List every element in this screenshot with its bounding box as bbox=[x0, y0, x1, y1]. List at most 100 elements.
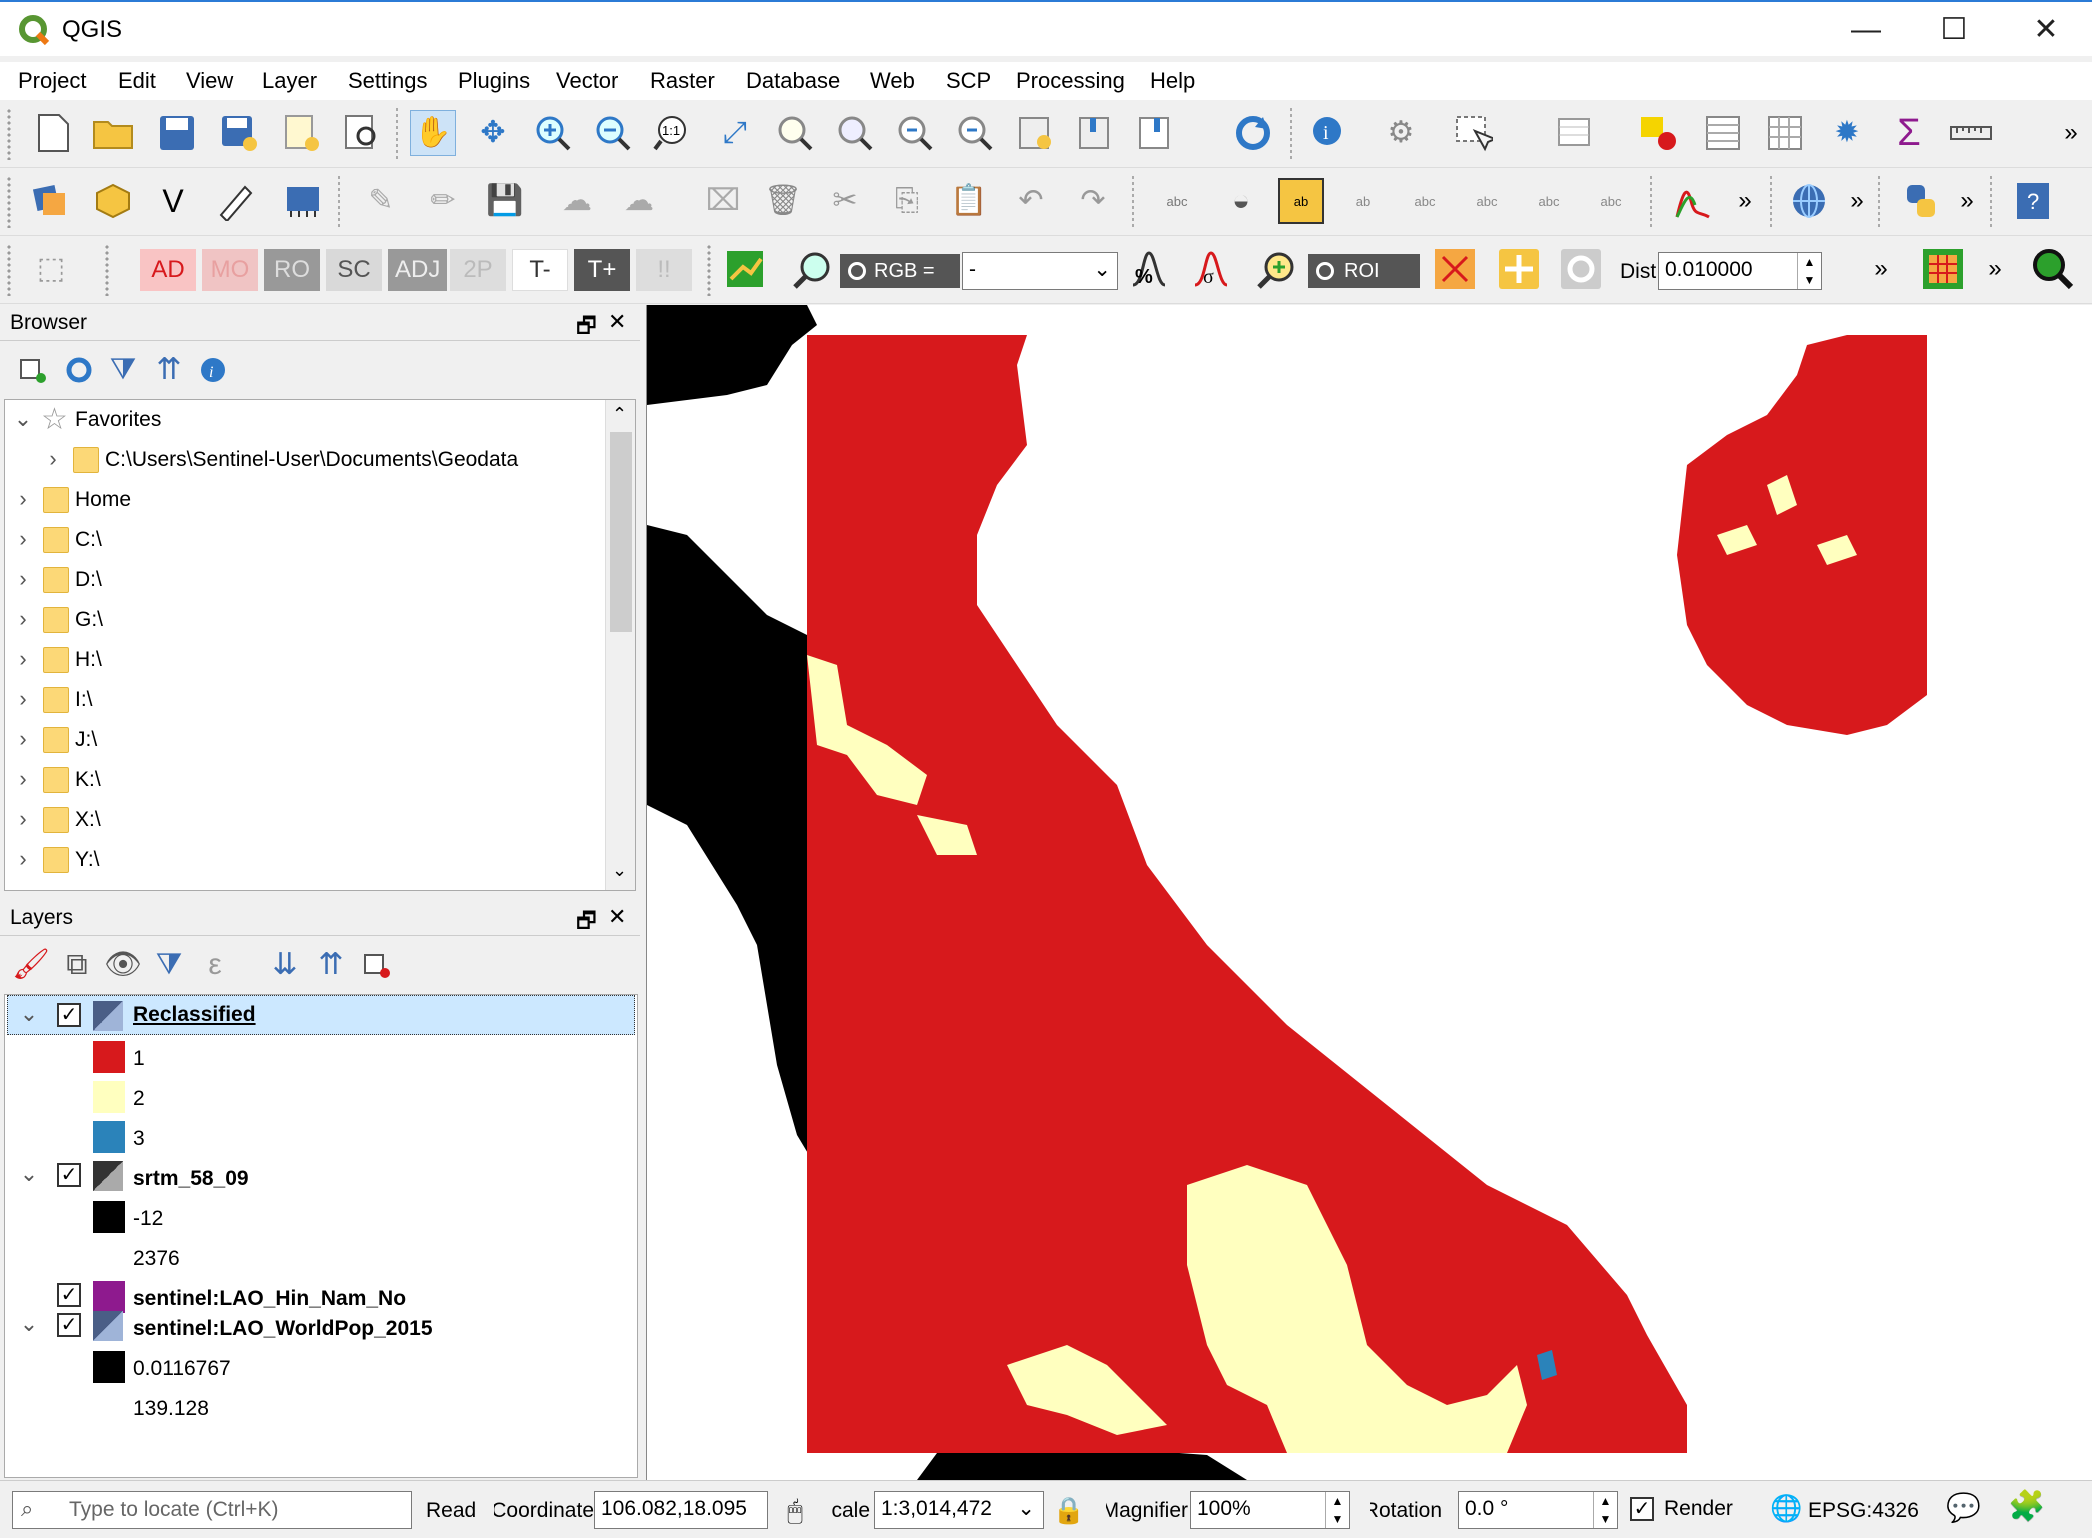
pan-hand-icon[interactable]: ✋ bbox=[410, 110, 456, 156]
chevron-right-icon[interactable]: › bbox=[13, 686, 33, 712]
paste-features-icon[interactable]: 📋 bbox=[946, 178, 992, 224]
toggle-extents-icon[interactable]: 🖱 bbox=[772, 1487, 818, 1533]
layer-visibility-checkbox[interactable]: ✓ bbox=[57, 1283, 81, 1307]
refresh-icon[interactable] bbox=[1230, 110, 1276, 156]
scp-chip-t-minus[interactable]: T- bbox=[512, 249, 568, 291]
browser-item[interactable]: › H:\ bbox=[5, 640, 605, 680]
statistics-sigma-icon[interactable]: Σ bbox=[1886, 110, 1932, 156]
save-edits-icon[interactable]: 💾 bbox=[482, 178, 528, 224]
scroll-up-icon[interactable]: ⌃ bbox=[612, 404, 627, 425]
data-source-manager-icon[interactable] bbox=[28, 178, 74, 224]
minimize-button[interactable]: — bbox=[1836, 12, 1896, 48]
close-panel-icon[interactable]: ✕ bbox=[608, 904, 626, 930]
copy-features-icon[interactable]: ⎘ bbox=[884, 178, 930, 224]
menu-raster[interactable]: Raster bbox=[650, 68, 715, 94]
toolbox-gear-icon[interactable]: ✹ bbox=[1824, 110, 1870, 156]
temporal-controller-icon[interactable] bbox=[1132, 110, 1178, 156]
zoom-native-resolution-icon[interactable]: 1:1 bbox=[650, 110, 696, 156]
layout-manager-icon[interactable] bbox=[338, 110, 384, 156]
style-manager-brush-icon[interactable]: 🖌 bbox=[8, 942, 54, 988]
chevron-right-icon[interactable]: › bbox=[13, 726, 33, 752]
browser-item[interactable]: › J:\ bbox=[5, 720, 605, 760]
add-group-icon[interactable]: ⧉ bbox=[54, 942, 100, 988]
show-hide-labels-icon[interactable]: abc bbox=[1402, 178, 1448, 224]
messages-chat-icon[interactable]: 💬 bbox=[1946, 1491, 1981, 1524]
scp-chip-adj[interactable]: ADJ bbox=[388, 249, 448, 291]
rotation-spinbox[interactable]: 0.0 ° ▲ ▼ bbox=[1458, 1491, 1618, 1529]
crs-label[interactable]: EPSG:4326 bbox=[1808, 1499, 1919, 1523]
remove-layer-icon[interactable] bbox=[354, 942, 400, 988]
chevron-right-icon[interactable]: › bbox=[13, 766, 33, 792]
chevron-down-icon[interactable]: ⌄ bbox=[19, 1001, 39, 1027]
locator-search-input[interactable]: ⌕ Type to locate (Ctrl+K) bbox=[12, 1491, 412, 1529]
toolbar-overflow-icon[interactable]: » bbox=[2048, 110, 2092, 156]
toggle-editing-icon[interactable]: ✏ bbox=[420, 178, 466, 224]
scp-rgb-toggle[interactable]: RGB = bbox=[840, 254, 960, 288]
lock-scale-icon[interactable]: 🔒 bbox=[1046, 1487, 1092, 1533]
zoom-last-icon[interactable] bbox=[892, 110, 938, 156]
menu-database[interactable]: Database bbox=[746, 68, 840, 94]
toolbar-overflow-icon[interactable]: » bbox=[1834, 178, 1880, 224]
menu-edit[interactable]: Edit bbox=[118, 68, 156, 94]
browser-item[interactable]: › C:\ bbox=[5, 520, 605, 560]
new-project-icon[interactable] bbox=[30, 110, 76, 156]
layer-name-hin-nam-no[interactable]: sentinel:LAO_Hin_Nam_No bbox=[133, 1287, 406, 1311]
spin-arrows-icon[interactable]: ▲ ▼ bbox=[1797, 253, 1821, 289]
layer-diagram-icon[interactable]: ◒ bbox=[1218, 178, 1264, 224]
scp-chip-t-plus[interactable]: T+ bbox=[574, 249, 630, 291]
refresh-icon[interactable] bbox=[56, 347, 102, 393]
menu-project[interactable]: Project bbox=[18, 68, 86, 94]
run-feature-action-icon[interactable]: ⚙ bbox=[1378, 110, 1424, 156]
maximize-button[interactable]: ☐ bbox=[1924, 12, 1984, 48]
dist-spinbox[interactable]: 0.010000 ▲ ▼ bbox=[1658, 252, 1822, 290]
browser-item[interactable]: › G:\ bbox=[5, 600, 605, 640]
browser-item[interactable]: ⌄ ☆ Favorites bbox=[5, 400, 605, 440]
manage-map-themes-eye-icon[interactable]: 👁 bbox=[100, 942, 146, 988]
web-services-globe-icon[interactable] bbox=[1786, 178, 1832, 224]
float-panel-icon[interactable]: 🗗 bbox=[576, 904, 597, 942]
scp-chip-sc[interactable]: SC bbox=[326, 249, 382, 291]
toolbar-overflow-icon[interactable]: » bbox=[1722, 178, 1768, 224]
coordinate-field[interactable]: 106.082,18.095 bbox=[594, 1491, 768, 1529]
layer-visibility-checkbox[interactable]: ✓ bbox=[57, 1313, 81, 1337]
toolbar-overflow-icon[interactable]: » bbox=[1972, 246, 2018, 292]
measure-line-icon[interactable] bbox=[1948, 110, 1994, 156]
zoom-to-layer-icon[interactable] bbox=[832, 110, 878, 156]
digitize-vertex-icon[interactable]: V bbox=[150, 178, 196, 224]
save-project-icon[interactable] bbox=[154, 110, 200, 156]
scp-chip-ad[interactable]: AD bbox=[140, 249, 196, 291]
layer-labeling-icon[interactable]: abc bbox=[1154, 178, 1200, 224]
browser-item[interactable]: › I:\ bbox=[5, 680, 605, 720]
browser-item[interactable]: › Home bbox=[5, 480, 605, 520]
select-features-icon[interactable] bbox=[1450, 110, 1496, 156]
scp-zoom-temp-roi-icon[interactable] bbox=[1254, 246, 1300, 292]
collapse-all-icon[interactable]: ⇈ bbox=[308, 942, 354, 988]
magnifier-spinbox[interactable]: 100% ▲ ▼ bbox=[1190, 1491, 1350, 1529]
undo-icon[interactable]: ↶ bbox=[1008, 178, 1054, 224]
scp-activate-roi-pointer-icon[interactable] bbox=[1496, 246, 1542, 292]
layer-name-worldpop[interactable]: sentinel:LAO_WorldPop_2015 bbox=[133, 1317, 433, 1341]
menu-scp[interactable]: SCP bbox=[946, 68, 991, 94]
attribute-table-icon[interactable] bbox=[1700, 110, 1746, 156]
save-as-icon[interactable] bbox=[216, 110, 262, 156]
scp-zoom-input-image-icon[interactable] bbox=[790, 246, 836, 292]
menu-vector[interactable]: Vector bbox=[556, 68, 618, 94]
toolbar-overflow-icon[interactable]: » bbox=[1944, 178, 1990, 224]
toolbar-handle[interactable] bbox=[6, 108, 12, 160]
identify-features-icon[interactable]: i bbox=[1306, 110, 1352, 156]
scp-roi-toggle[interactable]: ROI bbox=[1308, 254, 1420, 288]
map-canvas[interactable] bbox=[646, 305, 2092, 1480]
zoom-out-icon[interactable] bbox=[590, 110, 636, 156]
spin-arrows-icon[interactable]: ▲ ▼ bbox=[1325, 1492, 1349, 1528]
browser-item[interactable]: › X:\ bbox=[5, 800, 605, 840]
modify-attributes-icon[interactable]: ⌧ bbox=[700, 178, 746, 224]
filter-legend-icon[interactable]: ⧩ bbox=[146, 942, 192, 988]
chevron-down-icon[interactable]: ⌄ bbox=[19, 1161, 39, 1187]
chevron-right-icon[interactable]: › bbox=[13, 486, 33, 512]
chevron-right-icon[interactable]: › bbox=[13, 646, 33, 672]
filter-icon[interactable]: ⧩ bbox=[100, 347, 146, 393]
scp-chip-ro[interactable]: RO bbox=[264, 249, 320, 291]
scale-combo[interactable]: 1:3,014,472 ⌄ bbox=[874, 1491, 1044, 1529]
add-polygon-icon[interactable]: ☁ bbox=[554, 178, 600, 224]
scp-std-stretch-icon[interactable]: σ bbox=[1188, 246, 1234, 292]
